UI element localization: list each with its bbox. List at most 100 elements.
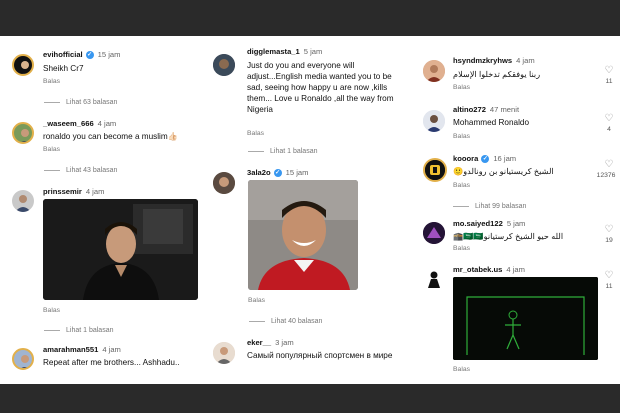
like-count: 11 xyxy=(605,78,613,85)
comments-column-3: hsyndmzkryhws 4 jam ربنا يوفقكم تدخلوا ال… xyxy=(415,36,620,384)
comment-time: 5 jam xyxy=(303,47,323,56)
comment-username[interactable]: amarahman551 4 jam xyxy=(43,345,121,354)
comment-time: 15 jam xyxy=(285,168,309,177)
comment-text: Самый популярный спортсмен в мире xyxy=(247,351,393,360)
comment-time: 47 menit xyxy=(489,105,520,114)
comment-username[interactable]: prinssemir 4 jam xyxy=(43,187,104,196)
heart-icon[interactable]: ♡ xyxy=(604,225,614,235)
verified-badge-icon: ✓ xyxy=(273,169,282,177)
view-replies-link[interactable]: Lihat 63 balasan xyxy=(44,99,117,106)
avatar[interactable] xyxy=(12,190,34,212)
avatar[interactable] xyxy=(12,348,34,370)
comment-username[interactable]: hsyndmzkryhws 4 jam xyxy=(453,56,535,65)
comment-item: altino272 47 menit Mohammed Ronaldo Balas… xyxy=(415,102,620,150)
comment-item: mr_otabek.us 4 jam Balas ♡ 11 xyxy=(415,262,620,384)
reply-button[interactable]: Balas xyxy=(43,146,60,153)
comment-item: mo.saiyed122 5 jam الله حيو الشيخ كرستيان… xyxy=(415,216,620,260)
reply-button[interactable]: Balas xyxy=(453,366,470,373)
comment-image[interactable] xyxy=(453,277,598,360)
reply-button[interactable]: Balas xyxy=(453,245,470,252)
divider xyxy=(453,205,469,207)
verified-badge-icon: ✓ xyxy=(481,155,490,163)
avatar[interactable] xyxy=(423,158,447,182)
reply-button[interactable]: Balas xyxy=(247,130,264,137)
comment-text: ronaldo you can become a muslim👍🏻 xyxy=(43,132,178,141)
comment-time: 5 jam xyxy=(506,219,526,228)
comment-username[interactable]: altino272 47 menit xyxy=(453,105,519,114)
comment-username[interactable]: 3ala2o ✓ 15 jam xyxy=(247,168,308,177)
avatar[interactable] xyxy=(423,222,445,244)
comment-username[interactable]: mr_otabek.us 4 jam xyxy=(453,265,525,274)
reply-button[interactable]: Balas xyxy=(43,78,60,85)
comment-image[interactable] xyxy=(248,180,358,290)
avatar[interactable] xyxy=(213,342,235,364)
comment-time: 4 jam xyxy=(102,345,121,354)
verified-badge-icon: ✓ xyxy=(85,51,94,59)
comment-item: prinssemir 4 jam Balas Lihat 1 balasan xyxy=(0,184,205,344)
comment-image[interactable] xyxy=(43,199,198,300)
comment-text: Repeat after me brothers... Ashhadu.. xyxy=(43,358,180,367)
comment-text: الله حيو الشيخ كرستيانو🇸🇦🇸🇦🕋 xyxy=(453,232,564,241)
avatar[interactable] xyxy=(12,122,34,144)
comment-item: amarahman551 4 jam Repeat after me brothe… xyxy=(0,342,205,384)
comment-item: digglemasta_1 5 jam Just do you and every… xyxy=(205,36,415,161)
like-count: 19 xyxy=(605,237,613,244)
comment-username[interactable]: mo.saiyed122 5 jam xyxy=(453,219,525,228)
comment-time: 4 jam xyxy=(516,56,535,65)
comment-item: 3ala2o ✓ 15 jam Balas Lihat 40 balasan xyxy=(205,164,415,334)
view-replies-link[interactable]: Lihat 1 balasan xyxy=(248,148,317,155)
reply-button[interactable]: Balas xyxy=(248,297,265,304)
comment-text: Sheikh Cr7 xyxy=(43,64,84,73)
like-count: 4 xyxy=(607,126,611,133)
bottom-frame-bar xyxy=(0,384,620,413)
comments-column-2: digglemasta_1 5 jam Just do you and every… xyxy=(205,36,415,384)
avatar[interactable] xyxy=(423,60,445,82)
comments-canvas: evihofficial ✓ 15 jam Sheikh Cr7 Balas Lih… xyxy=(0,36,620,384)
heart-icon[interactable]: ♡ xyxy=(604,271,614,281)
reply-button[interactable]: Balas xyxy=(453,84,470,91)
comment-text: ربنا يوفقكم تدخلوا الإسلام xyxy=(453,70,541,79)
comment-item: hsyndmzkryhws 4 jam ربنا يوفقكم تدخلوا ال… xyxy=(415,50,620,100)
comment-item: _waseem_666 4 jam ronaldo you can become … xyxy=(0,114,205,180)
divider xyxy=(249,320,265,322)
divider xyxy=(44,101,60,103)
comment-username[interactable]: kooora ✓ 16 jam xyxy=(453,154,516,163)
comment-time: 4 jam xyxy=(97,119,117,128)
avatar[interactable] xyxy=(423,110,445,132)
comment-text: Just do you and everyone will adjust...E… xyxy=(247,61,394,114)
avatar[interactable] xyxy=(423,268,445,290)
comment-item: kooora ✓ 16 jam الشيخ كريستيانو بن رونالدو… xyxy=(415,152,620,216)
view-replies-link[interactable]: Lihat 43 balasan xyxy=(44,167,117,174)
view-replies-link[interactable]: Lihat 40 balasan xyxy=(249,318,322,325)
comment-time: 4 jam xyxy=(506,265,525,274)
reply-button[interactable]: Balas xyxy=(453,133,470,140)
divider xyxy=(44,169,60,171)
comment-item: evihofficial ✓ 15 jam Sheikh Cr7 Balas Lih… xyxy=(0,36,205,106)
divider xyxy=(248,150,264,152)
heart-icon[interactable]: ♡ xyxy=(604,160,614,170)
comment-username[interactable]: _waseem_666 4 jam xyxy=(43,119,116,128)
comment-text: Mohammed Ronaldo xyxy=(453,118,530,127)
avatar[interactable] xyxy=(213,54,235,76)
comment-time: 3 jam xyxy=(275,338,294,347)
comment-text: الشيخ كريستيانو بن رونالدو🙂 xyxy=(453,167,554,176)
like-count: 11 xyxy=(605,283,613,290)
like-count: 12376 xyxy=(596,172,616,179)
comment-time: 4 jam xyxy=(85,187,105,196)
view-replies-link[interactable]: Lihat 1 balasan xyxy=(44,327,113,334)
reply-button[interactable]: Balas xyxy=(43,307,60,314)
comment-time: 15 jam xyxy=(97,50,121,59)
reply-button[interactable]: Balas xyxy=(453,182,470,189)
comment-time: 16 jam xyxy=(493,154,517,163)
top-frame-bar xyxy=(0,0,620,36)
avatar[interactable] xyxy=(213,172,235,194)
view-replies-link[interactable]: Lihat 99 balasan xyxy=(453,203,526,210)
comment-username[interactable]: eker__ 3 jam xyxy=(247,338,294,347)
avatar[interactable] xyxy=(12,54,34,76)
comment-username[interactable]: evihofficial ✓ 15 jam xyxy=(43,50,120,59)
heart-icon[interactable]: ♡ xyxy=(604,66,614,76)
comment-item: eker__ 3 jam Самый популярный спортсмен в… xyxy=(205,334,415,384)
comments-column-1: evihofficial ✓ 15 jam Sheikh Cr7 Balas Lih… xyxy=(0,36,205,384)
heart-icon[interactable]: ♡ xyxy=(604,114,614,124)
comment-username[interactable]: digglemasta_1 5 jam xyxy=(247,47,322,56)
